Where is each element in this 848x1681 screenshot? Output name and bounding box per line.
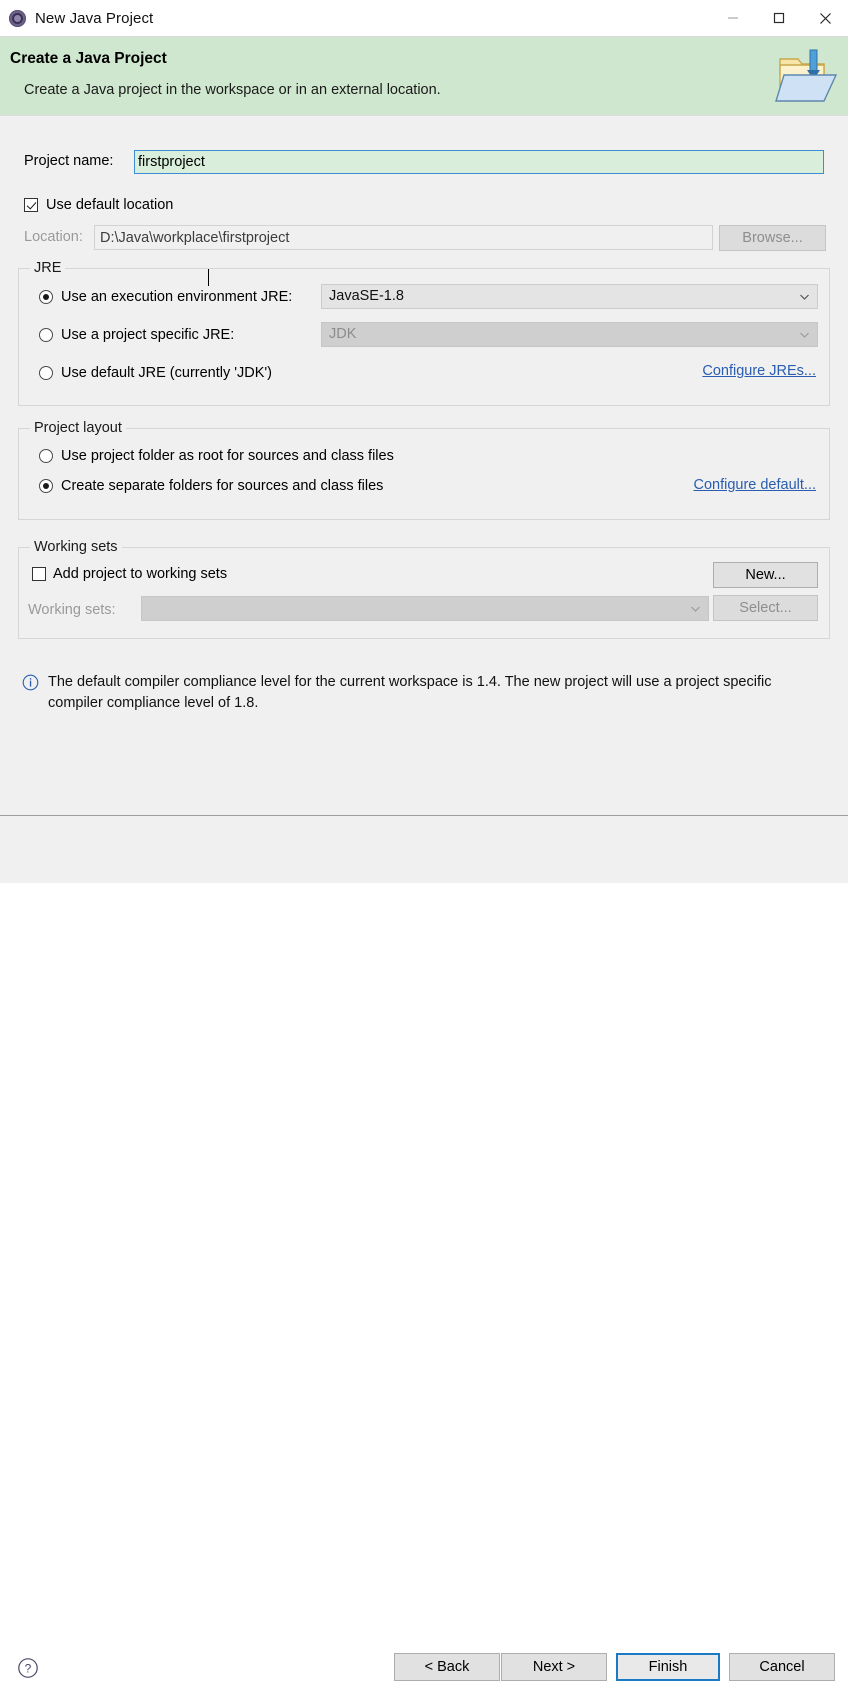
new-working-set-button[interactable]: New... <box>713 562 818 588</box>
radio-label: Use project folder as root for sources a… <box>61 448 394 464</box>
info-icon <box>22 674 39 691</box>
radio-label: Create separate folders for sources and … <box>61 478 383 494</box>
radio-label: Use an execution environment JRE: <box>61 289 292 305</box>
back-button[interactable]: < Back <box>394 1653 500 1681</box>
window-controls <box>710 0 848 36</box>
radio-icon <box>39 449 53 463</box>
project-name-label: Project name: <box>24 153 113 169</box>
use-default-location-checkbox[interactable]: Use default location <box>24 197 173 213</box>
location-input[interactable] <box>94 225 713 250</box>
radio-project-folder-root[interactable]: Use project folder as root for sources a… <box>39 448 394 464</box>
project-name-row: Project name: <box>24 150 826 174</box>
radio-label: Use default JRE (currently 'JDK') <box>61 365 272 381</box>
svg-text:?: ? <box>25 1662 32 1676</box>
radio-label: Use a project specific JRE: <box>61 327 234 343</box>
cancel-button[interactable]: Cancel <box>729 1653 835 1681</box>
configure-jres-link[interactable]: Configure JREs... <box>702 363 816 379</box>
jre-group: JRE Use an execution environment JRE: Ja… <box>18 268 830 406</box>
eclipse-java-icon <box>9 10 26 27</box>
radio-icon <box>39 479 53 493</box>
working-sets-group: Working sets Add project to working sets… <box>18 547 830 639</box>
radio-icon <box>39 328 53 342</box>
project-jre-value: JDK <box>329 326 356 342</box>
page-subtitle: Create a Java project in the workspace o… <box>24 82 441 98</box>
chevron-down-icon <box>800 332 809 338</box>
execution-environment-value: JavaSE-1.8 <box>329 288 404 304</box>
radio-project-specific-jre[interactable]: Use a project specific JRE: <box>39 327 234 343</box>
next-button[interactable]: Next > <box>501 1653 607 1681</box>
project-jre-combo[interactable]: JDK <box>321 322 818 347</box>
project-layout-group: Project layout Use project folder as roo… <box>18 428 830 520</box>
dialog-body: Project name: Use default location Locat… <box>0 115 848 815</box>
folder-import-icon <box>774 45 840 107</box>
select-working-set-button[interactable]: Select... <box>713 595 818 621</box>
execution-environment-combo[interactable]: JavaSE-1.8 <box>321 284 818 309</box>
browse-button[interactable]: Browse... <box>719 225 826 251</box>
status-message-text: The default compiler compliance level fo… <box>48 672 820 714</box>
maximize-icon[interactable] <box>756 0 802 36</box>
add-to-working-sets-label: Add project to working sets <box>53 566 227 582</box>
radio-separate-folders[interactable]: Create separate folders for sources and … <box>39 478 383 494</box>
window-titlebar: New Java Project <box>0 0 848 36</box>
checkbox-icon <box>32 567 46 581</box>
use-default-location-label: Use default location <box>46 197 173 213</box>
project-name-input[interactable] <box>134 150 824 174</box>
location-row: Location: Browse... <box>24 225 826 250</box>
page-title: Create a Java Project <box>10 50 167 68</box>
location-label: Location: <box>24 229 83 245</box>
dialog-footer: ? < Back Next > Finish Cancel <box>0 816 848 883</box>
close-icon[interactable] <box>802 0 848 36</box>
working-sets-group-title: Working sets <box>30 539 122 555</box>
help-icon[interactable]: ? <box>17 1657 39 1679</box>
working-sets-combo[interactable] <box>141 596 709 621</box>
wizard-banner: Create a Java Project Create a Java proj… <box>0 36 848 115</box>
radio-icon <box>39 290 53 304</box>
checkbox-icon <box>24 198 38 212</box>
configure-default-link[interactable]: Configure default... <box>693 477 816 493</box>
finish-button[interactable]: Finish <box>616 1653 720 1681</box>
chevron-down-icon <box>800 294 809 300</box>
project-layout-group-title: Project layout <box>30 420 126 436</box>
radio-default-jre[interactable]: Use default JRE (currently 'JDK') <box>39 365 272 381</box>
add-to-working-sets-checkbox[interactable]: Add project to working sets <box>32 566 227 582</box>
jre-group-title: JRE <box>30 260 65 276</box>
radio-icon <box>39 366 53 380</box>
chevron-down-icon <box>691 606 700 612</box>
window-title: New Java Project <box>35 10 153 27</box>
working-sets-label: Working sets: <box>28 602 116 618</box>
radio-execution-environment-jre[interactable]: Use an execution environment JRE: <box>39 289 292 305</box>
minimize-icon[interactable] <box>710 0 756 36</box>
